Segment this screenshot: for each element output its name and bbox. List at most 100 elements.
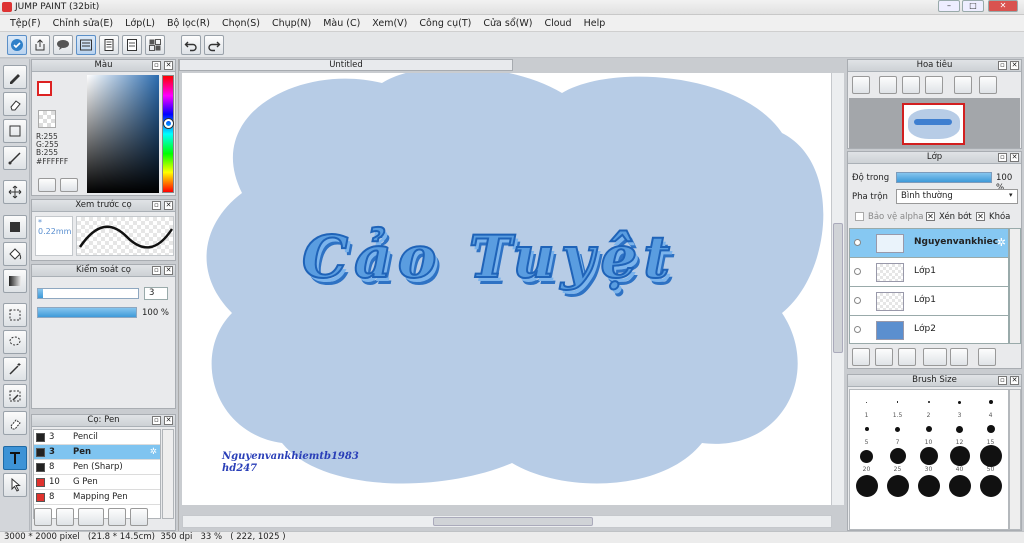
- brush-size-option[interactable]: 30: [913, 446, 944, 473]
- rect-select-icon[interactable]: [3, 119, 27, 143]
- color-picker-icon[interactable]: [38, 178, 56, 192]
- menu-file[interactable]: Tệp(F): [4, 18, 47, 29]
- undo-icon[interactable]: [181, 35, 201, 55]
- fill-rect-icon[interactable]: [3, 215, 27, 239]
- hue-slider-handle[interactable]: [164, 119, 173, 128]
- visibility-icon[interactable]: [854, 268, 861, 275]
- rotate-icon[interactable]: [954, 76, 972, 94]
- brush-size-option[interactable]: [975, 473, 1006, 500]
- menu-edit[interactable]: Chỉnh sửa(E): [47, 18, 120, 29]
- close-button[interactable]: ✕: [988, 0, 1018, 12]
- redo-icon[interactable]: [204, 35, 224, 55]
- canvas-horizontal-scrollbar[interactable]: [182, 515, 832, 528]
- layer-item[interactable]: Lớp2: [850, 316, 1008, 345]
- brush-size-option[interactable]: 5: [851, 419, 882, 446]
- text-tool-icon[interactable]: [3, 446, 27, 470]
- palette-icon[interactable]: [60, 178, 78, 192]
- merge-layer-icon[interactable]: [978, 348, 996, 366]
- settings-gear-icon[interactable]: ✲: [997, 236, 1006, 249]
- pen-list-scrollbar[interactable]: [162, 429, 174, 519]
- horizontal-scroll-thumb[interactable]: [433, 517, 593, 526]
- duplicate-layer-icon[interactable]: [898, 348, 916, 366]
- close-icon[interactable]: ✕: [1010, 153, 1019, 162]
- saturation-value-picker[interactable]: [87, 75, 159, 193]
- menu-layer[interactable]: Lớp(L): [119, 18, 161, 29]
- menu-view[interactable]: Xem(V): [366, 18, 413, 29]
- zoom-icon[interactable]: [852, 76, 870, 94]
- fit-icon[interactable]: [902, 76, 920, 94]
- menu-select[interactable]: Chọn(S): [216, 18, 266, 29]
- blend-mode-select[interactable]: Bình thường: [896, 189, 1018, 204]
- minimize-button[interactable]: –: [938, 0, 960, 12]
- brush-size-input[interactable]: 3: [144, 287, 168, 300]
- gradient-icon[interactable]: [3, 269, 27, 293]
- brush-size-option[interactable]: 20: [851, 446, 882, 473]
- layer-list-scrollbar[interactable]: [1009, 228, 1021, 344]
- close-icon[interactable]: ✕: [1010, 61, 1019, 70]
- copy-pen-icon[interactable]: [108, 508, 126, 526]
- new-pen-icon[interactable]: [56, 508, 74, 526]
- brush-size-option[interactable]: [882, 473, 913, 500]
- new-layer-icon[interactable]: [875, 348, 893, 366]
- pen-item-mapping-pen[interactable]: 8 Mapping Pen: [34, 490, 160, 505]
- pen-settings-icon[interactable]: [34, 508, 52, 526]
- lasso-icon[interactable]: [3, 330, 27, 354]
- brush-size-option[interactable]: 10: [913, 419, 944, 446]
- page-icon[interactable]: [99, 35, 119, 55]
- bucket-icon[interactable]: [3, 242, 27, 266]
- close-icon[interactable]: ✕: [164, 61, 173, 70]
- layer-settings-icon[interactable]: [852, 348, 870, 366]
- float-icon[interactable]: ▫: [998, 61, 1007, 70]
- check-icon[interactable]: [7, 35, 27, 55]
- menu-capture[interactable]: Chụp(N): [266, 18, 317, 29]
- navigator-view[interactable]: [849, 98, 1020, 148]
- protect-alpha-checkbox[interactable]: [855, 212, 864, 221]
- marquee-icon[interactable]: [3, 303, 27, 327]
- visibility-icon[interactable]: [854, 326, 861, 333]
- brush-size-option[interactable]: [913, 473, 944, 500]
- brush-size-scrollbar[interactable]: [1009, 389, 1021, 530]
- layer-item[interactable]: Nguyenvankhiec ✲: [850, 229, 1008, 258]
- brush-size-option[interactable]: 2: [913, 392, 944, 419]
- brush-size-option[interactable]: 40: [944, 446, 975, 473]
- brush-size-slider[interactable]: [37, 288, 139, 299]
- folder-icon[interactable]: [950, 348, 968, 366]
- drawing-canvas[interactable]: Cảo Tuyệt Nguyenvankhiemtb1983 hd247: [182, 73, 832, 505]
- move-tool-icon[interactable]: [3, 180, 27, 204]
- pointer-tool-icon[interactable]: [3, 473, 27, 497]
- clip-checkbox[interactable]: ✕: [926, 212, 935, 221]
- zoom-out-icon[interactable]: [925, 76, 943, 94]
- select-pen-icon[interactable]: [3, 384, 27, 408]
- brush-size-option[interactable]: 15: [975, 419, 1006, 446]
- document-tab[interactable]: Untitled: [179, 59, 513, 71]
- menu-tools[interactable]: Công cụ(T): [413, 18, 477, 29]
- brush-size-option[interactable]: 12: [944, 419, 975, 446]
- close-icon[interactable]: ✕: [164, 416, 173, 425]
- brush-size-option[interactable]: 7: [882, 419, 913, 446]
- visibility-icon[interactable]: [854, 239, 861, 246]
- brush-size-option[interactable]: 1.5: [882, 392, 913, 419]
- upload-icon[interactable]: [30, 35, 50, 55]
- close-icon[interactable]: ✕: [164, 266, 173, 275]
- close-icon[interactable]: ✕: [1010, 376, 1019, 385]
- float-icon[interactable]: ▫: [152, 266, 161, 275]
- pen-item-pencil[interactable]: 3 Pencil: [34, 430, 160, 445]
- navigator-thumbnail[interactable]: [902, 103, 965, 145]
- flip-icon[interactable]: [979, 76, 997, 94]
- grid-icon[interactable]: [145, 35, 165, 55]
- float-icon[interactable]: ▫: [998, 376, 1007, 385]
- maximize-button[interactable]: □: [962, 0, 984, 12]
- float-icon[interactable]: ▫: [152, 61, 161, 70]
- settings-gear-icon[interactable]: ✲: [150, 445, 157, 459]
- brush-size-option[interactable]: 25: [882, 446, 913, 473]
- document-icon[interactable]: [122, 35, 142, 55]
- brush-opacity-slider[interactable]: [37, 307, 137, 318]
- canvas-vertical-scrollbar[interactable]: [831, 73, 844, 505]
- brush-size-option[interactable]: 1: [851, 392, 882, 419]
- brush-tool-icon[interactable]: [3, 65, 27, 89]
- menu-color[interactable]: Màu (C): [317, 18, 366, 29]
- add-layer-menu-icon[interactable]: [923, 348, 947, 366]
- foreground-color-swatch[interactable]: [37, 81, 52, 96]
- transparent-color-swatch[interactable]: [38, 110, 56, 128]
- pen-item-pen[interactable]: 3 Pen ✲: [34, 445, 160, 460]
